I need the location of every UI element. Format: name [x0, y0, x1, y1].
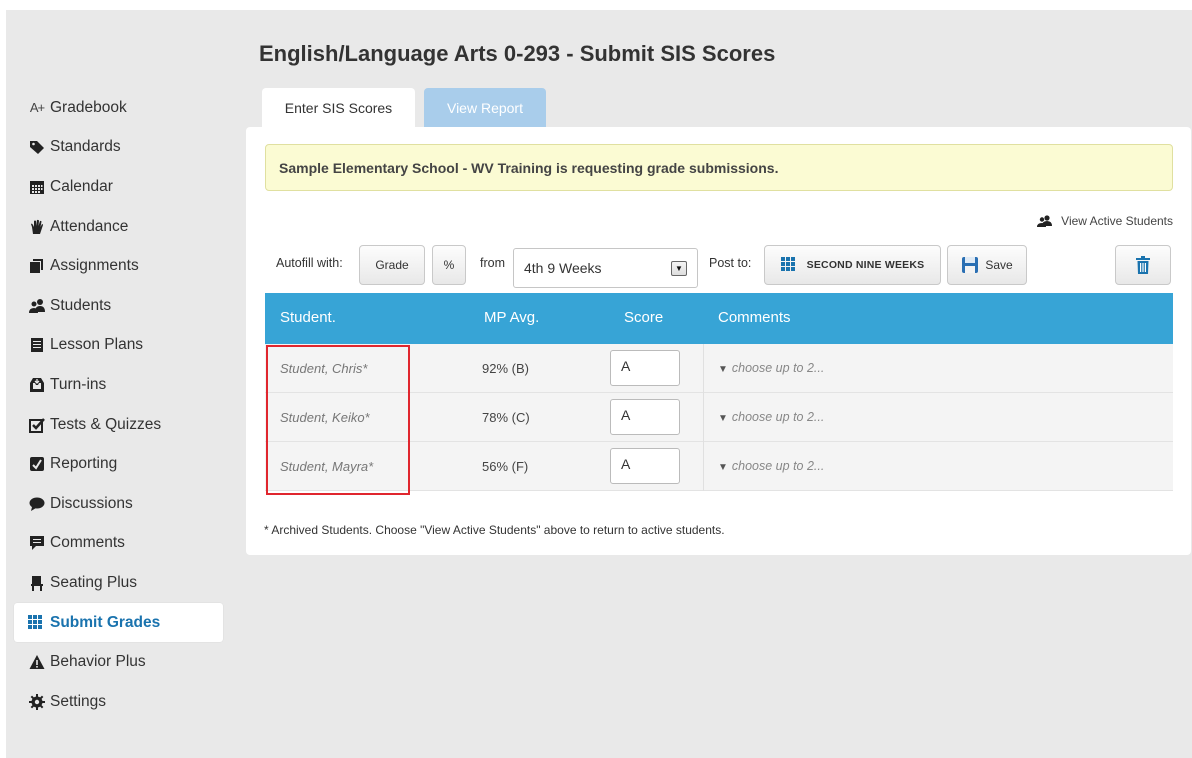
sidebar-item-lesson-plans[interactable]: Lesson Plans: [14, 326, 224, 366]
speech-bubble-icon: [26, 496, 48, 512]
sidebar-item-label: Students: [50, 296, 112, 314]
tag-icon: [26, 139, 48, 155]
tab-enter-sis-scores[interactable]: Enter SIS Scores: [262, 88, 415, 128]
checkbox-icon: [26, 417, 48, 433]
sidebar-item-students[interactable]: Students: [14, 286, 224, 326]
toolbar: Autofill with: Grade % from 4th 9 Weeks …: [246, 243, 1191, 288]
sidebar-item-reporting[interactable]: Reporting: [14, 444, 224, 484]
sidebar-item-label: Gradebook: [50, 98, 127, 116]
mp-average: 92% (B): [482, 361, 529, 376]
sidebar-item-label: Submit Grades: [50, 613, 161, 631]
sidebar-item-label: Discussions: [50, 494, 133, 512]
comment-icon: [26, 535, 48, 551]
sidebar-item-standards[interactable]: Standards: [14, 128, 224, 168]
grid-icon: [26, 614, 48, 631]
report-icon: [26, 456, 48, 472]
triangle-down-icon: ▼: [718, 364, 728, 375]
page-title: English/Language Arts 0-293 - Submit SIS…: [259, 41, 776, 66]
delete-button[interactable]: [1115, 245, 1171, 285]
post-to-target: SECOND NINE WEEKS: [806, 259, 925, 271]
view-active-students-link[interactable]: View Active Students: [1037, 214, 1173, 228]
sidebar-item-attendance[interactable]: Attendance: [14, 207, 224, 247]
trash-icon: [1136, 256, 1150, 274]
score-input[interactable]: A: [610, 350, 680, 386]
score-input[interactable]: A: [610, 399, 680, 435]
book-icon: [26, 337, 48, 353]
sidebar-item-behavior-plus[interactable]: Behavior Plus: [14, 642, 224, 682]
sidebar-item-label: Seating Plus: [50, 573, 138, 591]
grid-icon: [780, 257, 795, 271]
tab-view-report[interactable]: View Report: [424, 88, 546, 128]
from-label: from: [480, 256, 505, 270]
post-to-button[interactable]: SECOND NINE WEEKS: [764, 245, 941, 285]
save-label: Save: [985, 258, 1013, 272]
column-header-score[interactable]: Score: [624, 309, 663, 326]
column-divider: [703, 344, 704, 393]
sidebar-item-seating-plus[interactable]: Seating Plus: [14, 563, 224, 603]
sidebar-item-label: Turn-ins: [50, 375, 107, 393]
hand-icon: [26, 219, 48, 235]
triangle-down-icon: ▼: [718, 413, 728, 424]
highlight-box: [266, 345, 410, 495]
column-header-comments[interactable]: Comments: [718, 309, 791, 326]
column-header-student[interactable]: Student.: [280, 309, 336, 326]
sidebar-item-turn-ins[interactable]: Turn-ins: [14, 365, 224, 405]
table-header: Student. MP Avg. Score Comments: [265, 293, 1173, 344]
sidebar-item-comments[interactable]: Comments: [14, 524, 224, 564]
mp-average: 56% (F): [482, 459, 529, 474]
score-input[interactable]: A: [610, 448, 680, 484]
post-to-label: Post to:: [709, 256, 752, 270]
sidebar-item-assignments[interactable]: Assignments: [14, 246, 224, 286]
sidebar-item-label: Settings: [50, 692, 107, 710]
grading-period-value: 4th 9 Weeks: [524, 260, 602, 276]
sidebar-item-label: Assignments: [50, 257, 139, 275]
archived-footnote: * Archived Students. Choose "View Active…: [264, 523, 725, 537]
column-header-mp-avg[interactable]: MP Avg.: [484, 309, 539, 326]
main-panel: Sample Elementary School - WV Training i…: [246, 127, 1191, 555]
comment-dropdown[interactable]: ▼ choose up to 2...: [718, 459, 824, 473]
notice-banner: Sample Elementary School - WV Training i…: [265, 144, 1173, 191]
grading-period-select[interactable]: 4th 9 Weeks ▼: [513, 248, 698, 288]
sidebar-item-label: Standards: [50, 138, 121, 156]
sidebar-item-label: Behavior Plus: [50, 653, 146, 671]
sidebar: A+ Gradebook Standards Calendar Attendan…: [14, 88, 224, 722]
sidebar-item-label: Comments: [50, 534, 125, 552]
column-divider: [703, 393, 704, 442]
sidebar-item-label: Tests & Quizzes: [50, 415, 162, 433]
mp-average: 78% (C): [482, 410, 530, 425]
warning-icon: [26, 654, 48, 670]
sidebar-item-label: Reporting: [50, 455, 118, 473]
chevron-down-icon: ▼: [671, 261, 687, 276]
a-plus-icon: A+: [29, 100, 45, 116]
autofill-percent-button[interactable]: %: [432, 245, 466, 285]
comment-dropdown[interactable]: ▼ choose up to 2...: [718, 361, 824, 375]
sidebar-item-settings[interactable]: Settings: [14, 682, 224, 722]
assignments-icon: [26, 258, 48, 274]
comment-placeholder: choose up to 2...: [731, 459, 825, 473]
sidebar-item-calendar[interactable]: Calendar: [14, 167, 224, 207]
sidebar-item-discussions[interactable]: Discussions: [14, 484, 224, 524]
sidebar-item-label: Attendance: [50, 217, 129, 235]
triangle-down-icon: ▼: [718, 462, 728, 473]
column-divider: [703, 442, 704, 491]
save-button[interactable]: Save: [947, 245, 1027, 285]
autofill-grade-button[interactable]: Grade: [359, 245, 425, 285]
autofill-label: Autofill with:: [276, 256, 343, 270]
comment-placeholder: choose up to 2...: [731, 361, 825, 375]
sidebar-item-submit-grades[interactable]: Submit Grades: [14, 602, 223, 643]
sidebar-item-label: Calendar: [50, 177, 113, 195]
sidebar-item-gradebook[interactable]: A+ Gradebook: [14, 88, 224, 128]
students-icon: [26, 298, 48, 314]
floppy-disk-icon: [962, 257, 979, 273]
inbox-icon: [26, 377, 48, 393]
chair-icon: [26, 575, 48, 591]
view-active-students-label: View Active Students: [1061, 214, 1173, 228]
calendar-icon: [26, 179, 48, 195]
students-icon: [1037, 215, 1053, 227]
sidebar-item-tests-quizzes[interactable]: Tests & Quizzes: [14, 405, 224, 445]
sidebar-item-label: Lesson Plans: [50, 336, 144, 354]
gear-icon: [26, 693, 48, 710]
comment-dropdown[interactable]: ▼ choose up to 2...: [718, 410, 824, 424]
comment-placeholder: choose up to 2...: [731, 410, 825, 424]
